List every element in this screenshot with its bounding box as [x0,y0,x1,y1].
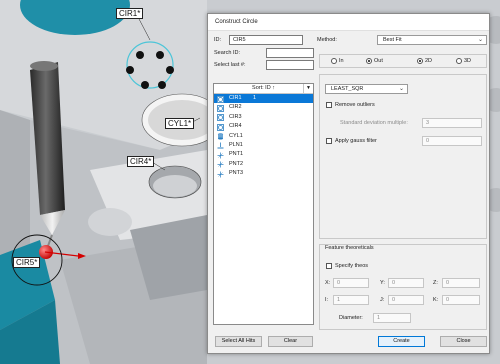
gauss-filter-field[interactable]: 0 [422,136,482,146]
std-dev-field[interactable]: 3 [422,118,482,128]
theo-i-label: I: [325,297,329,303]
list-item[interactable]: PNT1 [214,150,313,159]
feature-theoreticals-title: Feature theoreticals [325,245,374,251]
plane-icon [217,142,224,149]
point-icon [217,171,224,178]
select-last-field[interactable] [266,60,314,70]
method-value: Best Fit [383,37,402,43]
gauss-filter-label: Apply gauss filter [335,138,377,144]
2d-radio[interactable] [417,58,423,64]
theo-diameter-field[interactable]: 1 [373,313,411,323]
list-item-label: CYL1 [229,132,243,139]
sort-dropdown-icon[interactable]: ▼ [303,84,313,93]
select-all-hits-button[interactable]: Select All Hits [215,336,262,347]
theo-x-field[interactable]: 0 [333,278,369,288]
specify-theos-checkbox[interactable] [326,263,332,269]
list-item[interactable]: PNT3 [214,169,313,178]
list-item-label: PNT1 [229,151,244,158]
remove-outliers-label: Remove outliers [335,102,375,108]
theo-y-field[interactable]: 0 [388,278,424,288]
list-item[interactable]: CIR2 [214,103,313,112]
theo-i-field[interactable]: 1 [333,295,369,305]
sort-header[interactable]: Sort: ID ↑ ▼ [214,84,313,94]
circle-icon [217,104,224,112]
list-item[interactable]: CIR3 [214,113,313,122]
theo-j-field[interactable]: 0 [388,295,424,305]
point-icon [217,161,224,168]
id-field[interactable]: CIR5 [229,35,303,45]
circle-icon [217,123,224,131]
theo-z-field[interactable]: 0 [442,278,480,288]
cylinder-icon [217,133,224,140]
theo-diameter-label: Diameter: [339,315,363,321]
3d-label: 3D [464,58,472,64]
2d-label: 2D [425,58,433,64]
clear-button[interactable]: Clear [268,336,313,347]
select-last-label: Select last #: [214,62,246,68]
theo-j-label: J: [380,297,385,303]
list-item-label: PLN1 [229,141,243,148]
cyl1-label: CYL1* [165,118,195,129]
remove-outliers-checkbox[interactable] [326,102,332,108]
create-button[interactable]: Create [378,336,425,347]
theo-k-label: K: [433,297,439,303]
feature-list[interactable]: Sort: ID ↑ ▼ CIR1 1 CIR2 CIR3 CIR4 CYL1 PLN1 PN… [213,83,314,325]
theo-y-label: Y: [380,280,385,286]
method-label: Method: [317,37,337,43]
out-label: Out [374,58,383,64]
list-item-label: CIR3 [229,113,242,120]
search-id-field[interactable] [266,48,314,58]
search-id-label: Search ID: [214,50,240,56]
point-icon [217,152,224,159]
cir4-label: CIR4* [127,156,155,167]
close-button[interactable]: Close [440,336,487,347]
3d-radio[interactable] [456,58,462,64]
list-item[interactable]: CYL1 [214,132,313,141]
list-item-label: PNT3 [229,170,244,177]
list-item-label: CIR2 [229,104,242,111]
list-item-label: CIR4 [229,123,242,130]
specify-theos-label: Specify theos [335,263,369,269]
dialog-title: Construct Circle [208,14,489,31]
cir1-label: CIR1* [116,8,144,19]
algorithm-panel [319,74,487,239]
list-item-label: PNT2 [229,160,244,167]
id-label: ID: [214,37,222,43]
theo-k-field[interactable]: 0 [442,295,480,305]
in-radio[interactable] [331,58,337,64]
chevron-down-icon: ⌄ [477,37,483,43]
theo-z-label: Z: [433,280,438,286]
method-dropdown[interactable]: Best Fit ⌄ [377,35,487,45]
sort-label: Sort: ID ↑ [252,85,275,91]
algorithm-value: LEAST_SQR [331,86,364,92]
circle-icon [217,95,224,103]
algorithm-dropdown[interactable]: LEAST_SQR ⌄ [325,84,408,94]
list-item[interactable]: PNT2 [214,160,313,169]
list-item[interactable]: CIR4 [214,122,313,131]
list-item-hits: 1 [253,95,257,101]
list-item[interactable]: CIR1 1 [214,94,313,104]
list-item-label: CIR1 [229,95,242,101]
chevron-down-icon: ⌄ [398,86,404,92]
cir5-label: CIR5* [13,257,41,268]
out-radio[interactable] [366,58,372,64]
circle-icon [217,114,224,122]
gauss-filter-checkbox[interactable] [326,138,332,144]
list-item[interactable]: PLN1 [214,141,313,150]
std-dev-label: Standard deviation multiple: [340,120,408,126]
theo-x-label: X: [325,280,331,286]
in-label: In [339,58,344,64]
